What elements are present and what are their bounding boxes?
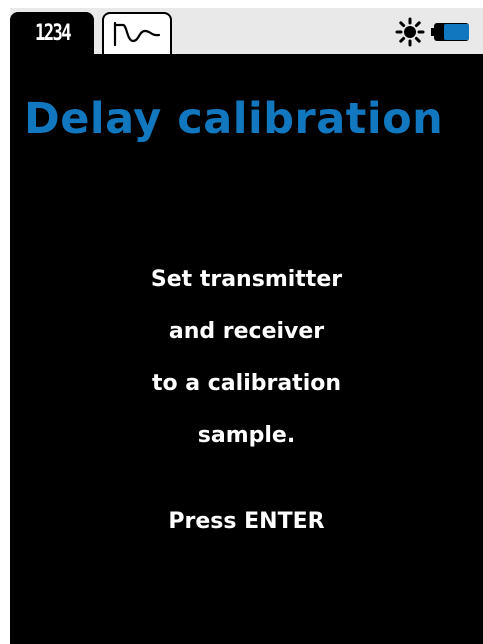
tab-waveform[interactable] xyxy=(102,12,172,54)
instruction-line: Set transmitter xyxy=(150,267,343,292)
battery-icon xyxy=(431,23,469,41)
tab-numeric-label: 1234 xyxy=(34,20,71,46)
tab-numeric[interactable]: 1234 xyxy=(10,12,94,54)
instruction-line: to a calibration xyxy=(151,371,342,396)
instruction-line: sample. xyxy=(197,423,296,448)
instruction-line: and receiver xyxy=(168,319,325,344)
instrument-screen: Delay calibration Set transmitter and re… xyxy=(10,54,483,644)
sun-icon xyxy=(395,17,425,47)
top-bar: 1234 xyxy=(10,8,483,54)
status-area xyxy=(395,16,469,48)
instruction-message: Set transmitter and receiver to a calibr… xyxy=(10,254,483,462)
waveform-icon xyxy=(113,21,161,47)
page-title: Delay calibration xyxy=(24,94,444,144)
press-enter-prompt: Press ENTER xyxy=(168,509,325,534)
